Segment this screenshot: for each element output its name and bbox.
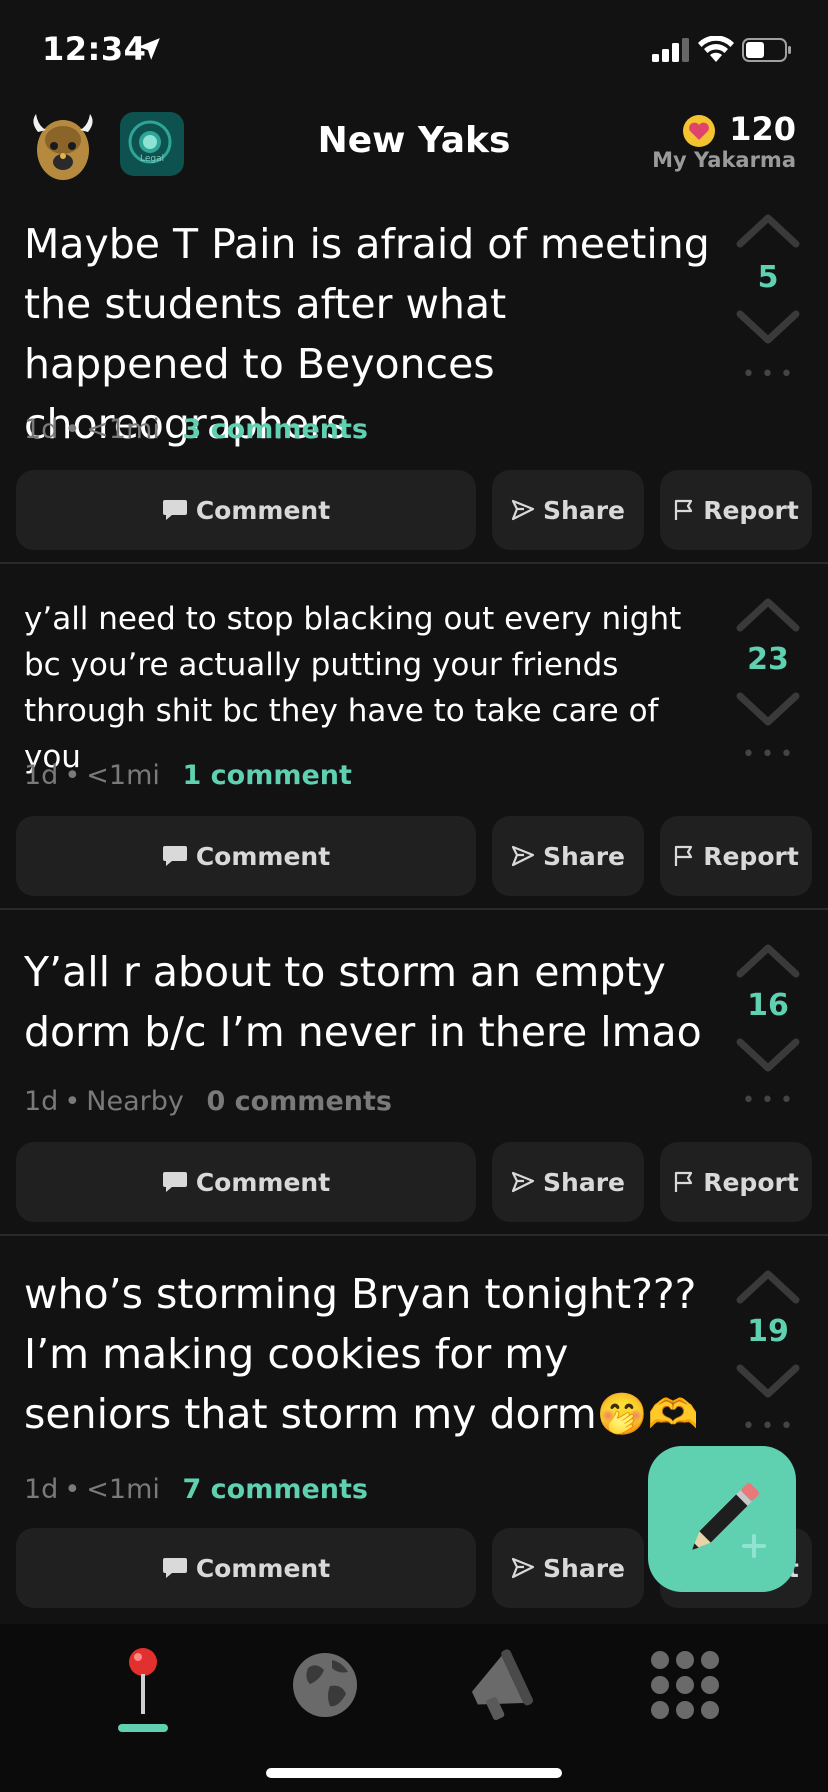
share-button-label: Share [543, 1553, 625, 1583]
map-pin-icon[interactable] [98, 1640, 188, 1730]
post-actions: Comment Share Report [16, 470, 812, 550]
vote-control: 19 ••• [730, 1268, 806, 1448]
report-button[interactable]: Report [660, 816, 812, 896]
report-button-label: Report [703, 495, 799, 525]
post-text[interactable]: who’s storming Bryan tonight??? I’m maki… [24, 1264, 724, 1444]
flag-icon [675, 1171, 693, 1192]
more-options-icon[interactable]: ••• [742, 362, 799, 387]
megaphone-icon[interactable] [458, 1640, 548, 1730]
post-age: 1d [24, 1474, 59, 1505]
yakarma-count[interactable]: 120 [729, 110, 796, 148]
post-age: 1d [24, 414, 59, 445]
app-header: Legal New Yaks 120 My Yakarma [0, 100, 828, 200]
yakarma-label: My Yakarma [652, 148, 796, 172]
post-distance: <1mi [86, 414, 160, 445]
post-meta: 1d • Nearby 0 comments [24, 1086, 392, 1117]
vote-control: 16 ••• [730, 942, 806, 1122]
vote-count: 23 [747, 642, 789, 677]
flag-icon [675, 499, 693, 520]
share-button-label: Share [543, 1167, 625, 1197]
report-button-label: Report [703, 1167, 799, 1197]
battery-icon [742, 38, 791, 62]
share-icon [511, 1557, 535, 1579]
post-age: 1d [24, 1086, 59, 1117]
location-arrow-icon [138, 38, 160, 60]
report-button[interactable]: Report [660, 470, 812, 550]
comment-button-label: Comment [195, 1167, 331, 1197]
active-tab-indicator [118, 1724, 168, 1732]
post-distance: Nearby [86, 1086, 184, 1117]
vote-control: 23 ••• [730, 596, 806, 776]
comment-button-label: Comment [195, 1553, 331, 1583]
comment-icon [162, 1558, 187, 1578]
more-options-icon[interactable]: ••• [742, 1414, 799, 1439]
post-comments-link[interactable]: 7 comments [182, 1474, 368, 1505]
share-button[interactable]: Share [492, 1142, 644, 1222]
globe-icon[interactable] [280, 1640, 370, 1730]
status-bar: 12:34 [0, 0, 828, 100]
vote-control: 5 ••• [730, 212, 806, 392]
status-time: 12:34 [42, 30, 147, 68]
more-options-icon[interactable]: ••• [742, 742, 799, 767]
post-card[interactable]: y’all need to stop blacking out every ni… [0, 566, 828, 910]
post-distance: <1mi [86, 760, 160, 791]
vote-count: 5 [757, 260, 779, 295]
upvote-icon[interactable] [736, 1268, 800, 1304]
report-button-label: Report [703, 841, 799, 871]
post-meta: 1d • <1mi 7 comments [24, 1474, 368, 1505]
share-icon [511, 1171, 535, 1193]
post-comments-link[interactable]: 3 comments [182, 414, 368, 445]
comment-icon [162, 500, 187, 520]
vote-count: 19 [747, 1314, 789, 1349]
upvote-icon[interactable] [736, 212, 800, 248]
tab-bar [0, 1624, 828, 1792]
post-actions: Comment Share Report [16, 1142, 812, 1222]
post-age: 1d [24, 760, 59, 791]
upvote-icon[interactable] [736, 596, 800, 632]
downvote-icon[interactable] [736, 1038, 800, 1074]
share-button[interactable]: Share [492, 1528, 644, 1608]
comment-icon [162, 1172, 187, 1192]
more-options-icon[interactable]: ••• [742, 1088, 799, 1113]
share-icon [511, 845, 535, 867]
comment-icon [162, 846, 187, 866]
home-indicator[interactable] [266, 1768, 562, 1778]
downvote-icon[interactable] [736, 692, 800, 728]
report-button[interactable]: Report [660, 1142, 812, 1222]
cellular-signal-icon [652, 38, 689, 62]
pencil-plus-icon [692, 1483, 766, 1558]
post-text[interactable]: y’all need to stop blacking out every ni… [24, 596, 724, 780]
share-button-label: Share [543, 841, 625, 871]
post-comments-link[interactable]: 1 comment [182, 760, 351, 791]
share-button[interactable]: Share [492, 816, 644, 896]
post-card[interactable]: Y’all r about to storm an empty dorm b/c… [0, 912, 828, 1236]
share-button[interactable]: Share [492, 470, 644, 550]
upvote-icon[interactable] [736, 942, 800, 978]
share-button-label: Share [543, 495, 625, 525]
post-actions: Comment Share Report [16, 816, 812, 896]
downvote-icon[interactable] [736, 1364, 800, 1400]
share-icon [511, 499, 535, 521]
comment-button[interactable]: Comment [16, 1528, 476, 1608]
post-text[interactable]: Y’all r about to storm an empty dorm b/c… [24, 942, 724, 1062]
post-card[interactable]: Maybe T Pain is afraid of meeting the st… [0, 200, 828, 564]
downvote-icon[interactable] [736, 310, 800, 346]
vote-count: 16 [747, 988, 789, 1023]
post-distance: <1mi [86, 1474, 160, 1505]
grid-menu-icon[interactable] [640, 1640, 730, 1730]
wifi-icon [698, 36, 734, 62]
flag-icon [675, 845, 693, 866]
post-meta: 1d • <1mi 3 comments [24, 414, 368, 445]
comment-button[interactable]: Comment [16, 1142, 476, 1222]
comment-button-label: Comment [195, 495, 331, 525]
comment-button-label: Comment [195, 841, 331, 871]
post-comments-link[interactable]: 0 comments [206, 1086, 392, 1117]
yakarma-heart-icon [683, 115, 715, 147]
app-screen: 12:34 Legal New Yaks 120 My Yakarma Mayb… [0, 0, 828, 1792]
comment-button[interactable]: Comment [16, 470, 476, 550]
compose-yak-button[interactable] [648, 1446, 796, 1592]
comment-button[interactable]: Comment [16, 816, 476, 896]
post-meta: 1d • <1mi 1 comment [24, 760, 352, 791]
